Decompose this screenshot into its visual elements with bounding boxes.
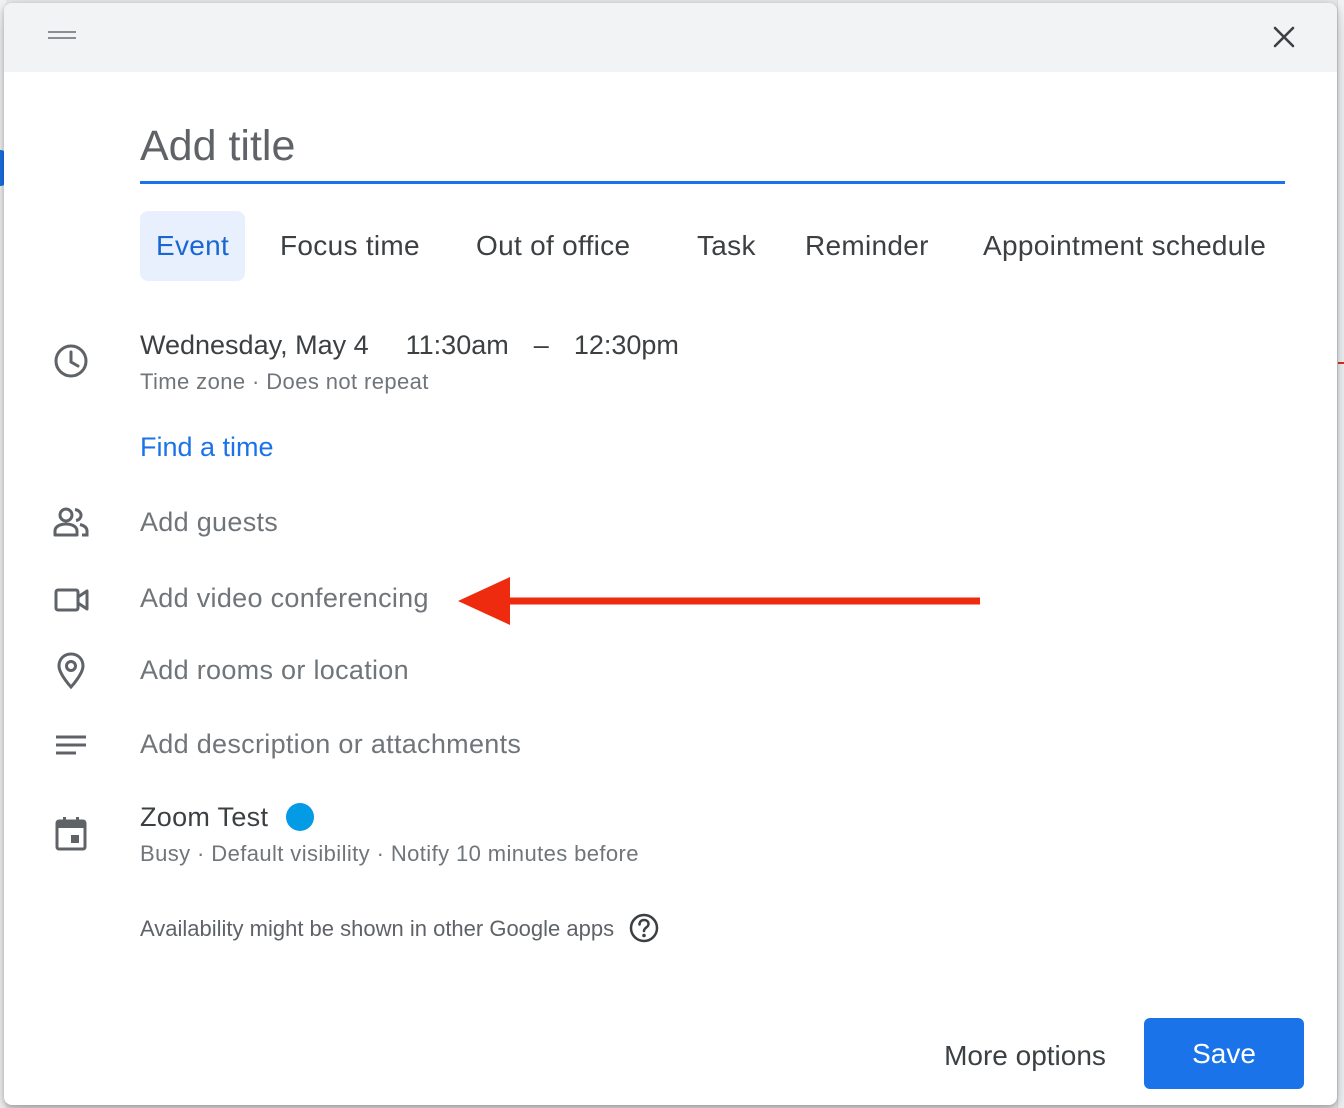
drag-handle-icon[interactable] bbox=[48, 31, 76, 41]
find-a-time-link[interactable]: Find a time bbox=[140, 432, 274, 463]
add-description-field[interactable]: Add description or attachments bbox=[140, 729, 521, 760]
event-start-time[interactable]: 11:30am bbox=[406, 330, 509, 360]
calendar-selector[interactable]: Zoom Test bbox=[140, 802, 315, 833]
datetime-subline: Time zone · Does not repeat bbox=[140, 369, 429, 395]
notification-status[interactable]: Notify 10 minutes before bbox=[391, 841, 639, 866]
tab-task[interactable]: Task bbox=[697, 211, 756, 281]
add-video-conferencing-button[interactable]: Add video conferencing bbox=[140, 583, 429, 614]
visibility-status[interactable]: Default visibility bbox=[211, 841, 370, 866]
repeat-link[interactable]: Does not repeat bbox=[266, 369, 429, 394]
dialog-header bbox=[4, 3, 1337, 72]
clock-icon bbox=[50, 340, 92, 382]
separator-dot: · bbox=[376, 841, 385, 866]
tab-out-of-office[interactable]: Out of office bbox=[476, 211, 630, 281]
availability-text: Availability might be shown in other Goo… bbox=[140, 916, 615, 941]
availability-note: Availability might be shown in other Goo… bbox=[140, 912, 660, 944]
tab-focus-time[interactable]: Focus time bbox=[280, 211, 420, 281]
location-pin-icon bbox=[50, 649, 92, 691]
background-current-time-line bbox=[1338, 362, 1344, 364]
calendar-icon bbox=[50, 813, 92, 855]
close-icon bbox=[1273, 26, 1295, 48]
event-datetime[interactable]: Wednesday, May 4 11:30am – 12:30pm bbox=[140, 330, 679, 361]
separator-dot: · bbox=[197, 841, 205, 866]
background-calendar-right bbox=[1337, 0, 1344, 1108]
tab-event[interactable]: Event bbox=[140, 211, 246, 281]
save-button[interactable]: Save bbox=[1144, 1018, 1304, 1089]
add-location-field[interactable]: Add rooms or location bbox=[140, 655, 409, 686]
people-icon bbox=[50, 501, 92, 543]
tab-reminder[interactable]: Reminder bbox=[805, 211, 929, 281]
annotation-arrow bbox=[458, 577, 980, 625]
title-input[interactable] bbox=[140, 115, 1285, 184]
event-end-time[interactable]: 12:30pm bbox=[574, 330, 679, 360]
separator-dot: · bbox=[252, 369, 260, 394]
busy-status[interactable]: Busy bbox=[140, 841, 191, 866]
timezone-link[interactable]: Time zone bbox=[140, 369, 246, 394]
time-separator: – bbox=[533, 330, 549, 360]
tab-appointment-schedule[interactable]: Appointment schedule bbox=[983, 211, 1266, 281]
event-date[interactable]: Wednesday, May 4 bbox=[140, 330, 369, 360]
calendar-name[interactable]: Zoom Test bbox=[140, 802, 268, 832]
videocam-icon bbox=[50, 579, 92, 621]
close-button[interactable] bbox=[1266, 19, 1302, 55]
calendar-subline: Busy · Default visibility · Notify 10 mi… bbox=[140, 841, 639, 867]
help-circle-icon[interactable] bbox=[628, 912, 660, 944]
event-quick-create-dialog: Event Focus time Out of office Task Remi… bbox=[4, 3, 1337, 1105]
add-guests-field[interactable]: Add guests bbox=[140, 507, 278, 538]
more-options-button[interactable]: More options bbox=[918, 1021, 1132, 1091]
notes-icon bbox=[50, 725, 92, 767]
calendar-color-dot[interactable] bbox=[286, 803, 315, 831]
